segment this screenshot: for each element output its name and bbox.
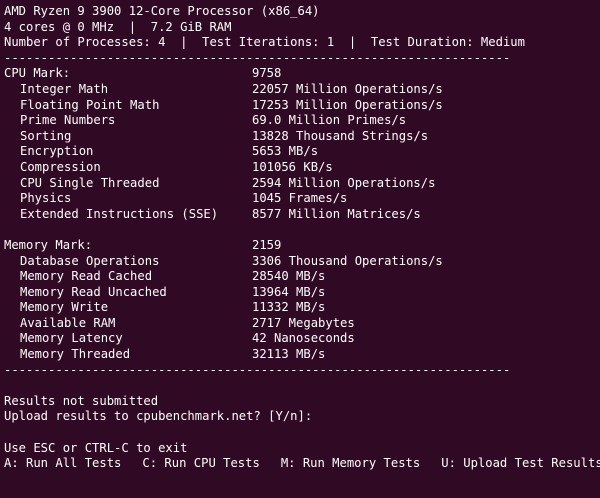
memory-result-row: Memory Read Cached 28540 MB/s: [4, 269, 600, 285]
memory-result-row: Memory Latency 42 Nanoseconds: [4, 331, 600, 347]
cpu-result-row: Extended Instructions (SSE) 8577 Million…: [4, 207, 600, 223]
memory-mark-row: Memory Mark: 2159: [4, 238, 600, 254]
cpu-result-value: 13828 Thousand Strings/s: [252, 128, 429, 143]
memory-result-row: Database Operations 3306 Thousand Operat…: [4, 254, 600, 270]
memory-mark-value: 2159: [252, 237, 282, 252]
cpu-result-row: Compression 101056 KB/s: [4, 160, 600, 176]
test-config-line: Number of Processes: 4 | Test Iterations…: [4, 35, 525, 50]
cpu-result-value: 101056 KB/s: [252, 159, 333, 174]
upload-test-results-shortcut[interactable]: U: Upload Test Results: [441, 456, 600, 472]
run-memory-tests-shortcut[interactable]: M: Run Memory Tests: [281, 456, 420, 472]
cpu-result-row: Physics 1045 Frames/s: [4, 191, 600, 207]
run-cpu-tests-shortcut[interactable]: C: Run CPU Tests: [142, 456, 259, 472]
cpu-mark-value: 9758: [252, 66, 282, 81]
memory-result-value: 11332 MB/s: [252, 300, 326, 315]
cpu-result-label: Prime Numbers: [20, 113, 116, 128]
memory-result-label: Memory Latency: [20, 331, 123, 346]
memory-result-value: 2717 Megabytes: [252, 315, 355, 330]
cpu-result-value: 69.0 Million Primes/s: [252, 113, 407, 128]
cpu-result-value: 5653 MB/s: [252, 144, 319, 159]
cpu-result-label: Encryption: [20, 144, 94, 159]
upload-prompt[interactable]: Upload results to cpubenchmark.net? [Y/n…: [4, 409, 600, 425]
cpu-mark-label: CPU Mark:: [4, 66, 71, 81]
cpu-result-row: CPU Single Threaded 2594 Million Operati…: [4, 176, 600, 192]
cpu-result-label: Compression: [20, 159, 101, 174]
memory-result-value: 13964 MB/s: [252, 284, 326, 299]
memory-result-label: Memory Threaded: [20, 347, 131, 362]
key-shortcuts-bar: A: Run All Tests C: Run CPU Tests M: Run…: [4, 456, 600, 472]
cpu-result-label: Sorting: [20, 128, 72, 143]
memory-result-label: Database Operations: [20, 253, 160, 268]
memory-result-label: Memory Read Cached: [20, 269, 153, 284]
system-spec-line: 4 cores @ 0 MHz | 7.2 GiB RAM: [4, 19, 232, 34]
cpu-result-row: Sorting 13828 Thousand Strings/s: [4, 129, 600, 145]
cpu-result-label: Extended Instructions (SSE): [20, 206, 219, 221]
submission-status: Results not submitted: [4, 393, 159, 408]
cpu-result-row: Prime Numbers 69.0 Million Primes/s: [4, 113, 600, 129]
separator-top: ----------------------------------------…: [4, 50, 511, 65]
cpu-result-value: 2594 Million Operations/s: [252, 175, 436, 190]
cpu-model-line: AMD Ryzen 9 3900 12-Core Processor (x86_…: [4, 4, 320, 18]
exit-hint: Use ESC or CTRL-C to exit: [4, 440, 188, 455]
memory-result-label: Memory Write: [20, 300, 109, 315]
memory-result-label: Memory Read Uncached: [20, 284, 167, 299]
memory-result-label: Available RAM: [20, 315, 116, 330]
memory-result-row: Memory Write 11332 MB/s: [4, 300, 600, 316]
memory-result-row: Memory Threaded 32113 MB/s: [4, 347, 600, 363]
cpu-mark-row: CPU Mark: 9758: [4, 66, 600, 82]
cpu-result-value: 17253 Million Operations/s: [252, 97, 443, 112]
cpu-result-row: Integer Math 22057 Million Operations/s: [4, 82, 600, 98]
cpu-result-value: 1045 Frames/s: [252, 191, 348, 206]
run-all-tests-shortcut[interactable]: A: Run All Tests: [4, 456, 121, 472]
memory-result-row: Available RAM 2717 Megabytes: [4, 316, 600, 332]
cpu-result-row: Encryption 5653 MB/s: [4, 144, 600, 160]
cpu-result-label: Integer Math: [20, 81, 109, 96]
cpu-result-row: Floating Point Math 17253 Million Operat…: [4, 98, 600, 114]
cpu-result-value: 8577 Million Matrices/s: [252, 206, 421, 221]
memory-result-value: 42 Nanoseconds: [252, 331, 355, 346]
memory-result-value: 32113 MB/s: [252, 347, 326, 362]
cpu-result-value: 22057 Million Operations/s: [252, 81, 443, 96]
memory-result-value: 28540 MB/s: [252, 269, 326, 284]
cpu-result-label: Physics: [20, 191, 72, 206]
cpu-result-label: CPU Single Threaded: [20, 175, 160, 190]
memory-result-value: 3306 Thousand Operations/s: [252, 253, 443, 268]
cpu-result-label: Floating Point Math: [20, 97, 160, 112]
memory-mark-label: Memory Mark:: [4, 237, 93, 252]
separator-bottom: ----------------------------------------…: [4, 362, 511, 377]
terminal-window[interactable]: AMD Ryzen 9 3900 12-Core Processor (x86_…: [0, 0, 600, 498]
memory-result-row: Memory Read Uncached 13964 MB/s: [4, 285, 600, 301]
